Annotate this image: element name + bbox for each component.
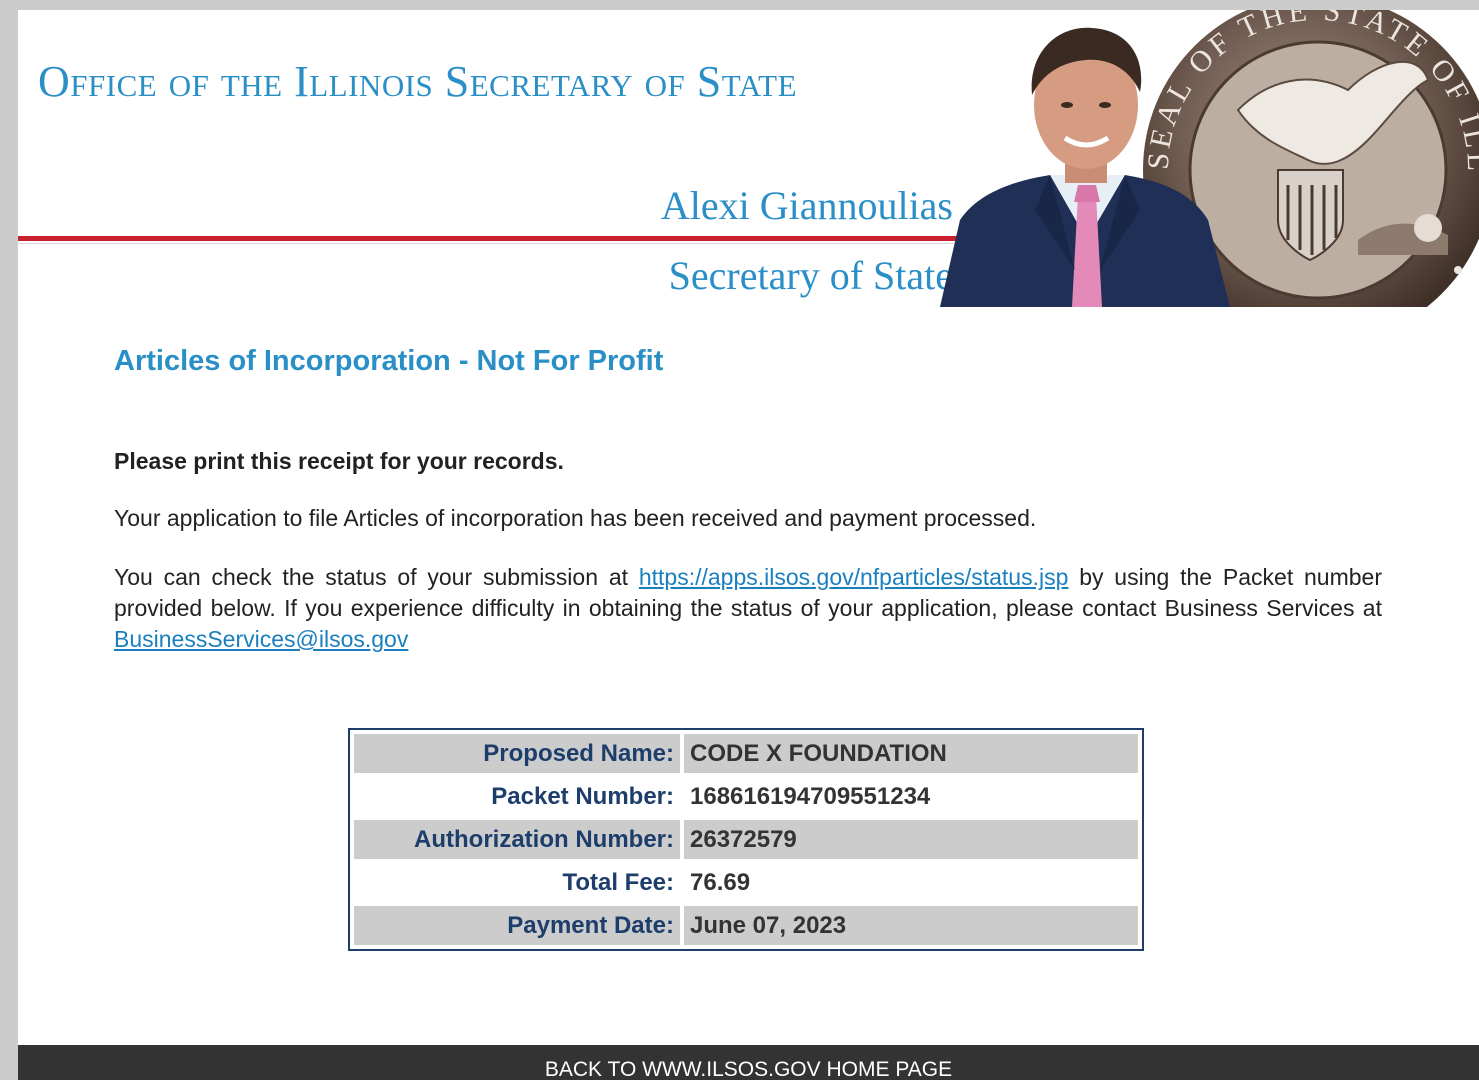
receipt-label: Total Fee:	[562, 868, 674, 896]
email-link[interactable]: BusinessServices@ilsos.gov	[114, 626, 408, 652]
receipt-value: 168616194709551234	[690, 782, 931, 810]
receipt-label: Payment Date:	[354, 906, 680, 945]
receipt-row-payment-date: Payment Date: June 07, 2023	[354, 906, 1138, 945]
footer-bar: BACK TO WWW.ILSOS.GOV HOME PAGE	[18, 1045, 1479, 1080]
status-instructions: You can check the status of your submiss…	[114, 562, 1382, 655]
receipt-row-total-fee: Total Fee: 76.69	[354, 863, 1138, 902]
receipt-value: June 07, 2023	[684, 906, 1138, 945]
receipt-row-authorization-number: Authorization Number: 26372579	[354, 820, 1138, 859]
header-banner: Office of the Illinois Secretary of Stat…	[18, 10, 1479, 307]
receipt-row-proposed-name: Proposed Name: CODE X FOUNDATION	[354, 734, 1138, 773]
office-title: Office of the Illinois Secretary of Stat…	[38, 57, 798, 106]
status-link[interactable]: https://apps.ilsos.gov/nfparticles/statu…	[639, 564, 1069, 590]
receipt-label: Authorization Number:	[354, 820, 680, 859]
receipt-value: 26372579	[684, 820, 1138, 859]
secretary-role: Secretary of State	[668, 253, 953, 298]
banner-divider-shadow	[18, 243, 978, 244]
secretary-portrait	[940, 27, 1230, 307]
page: Office of the Illinois Secretary of Stat…	[18, 10, 1479, 1080]
receipt-row-packet-number: Packet Number: 168616194709551234	[354, 777, 1138, 816]
print-notice: Please print this receipt for your recor…	[114, 448, 564, 474]
receipt-label: Proposed Name:	[354, 734, 680, 773]
status-text-before: You can check the status of your submiss…	[114, 564, 639, 590]
banner-divider	[18, 236, 978, 241]
receipt-table: Proposed Name: CODE X FOUNDATION Packet …	[348, 728, 1144, 951]
home-page-link[interactable]: BACK TO WWW.ILSOS.GOV HOME PAGE	[18, 1058, 1479, 1080]
secretary-name: Alexi Giannoulias	[660, 183, 953, 228]
confirmation-message: Your application to file Articles of inc…	[114, 505, 1037, 531]
page-title: Articles of Incorporation - Not For Prof…	[114, 345, 664, 377]
receipt-label: Packet Number:	[491, 782, 674, 810]
receipt-value: CODE X FOUNDATION	[684, 734, 1138, 773]
receipt-value: 76.69	[690, 868, 751, 896]
